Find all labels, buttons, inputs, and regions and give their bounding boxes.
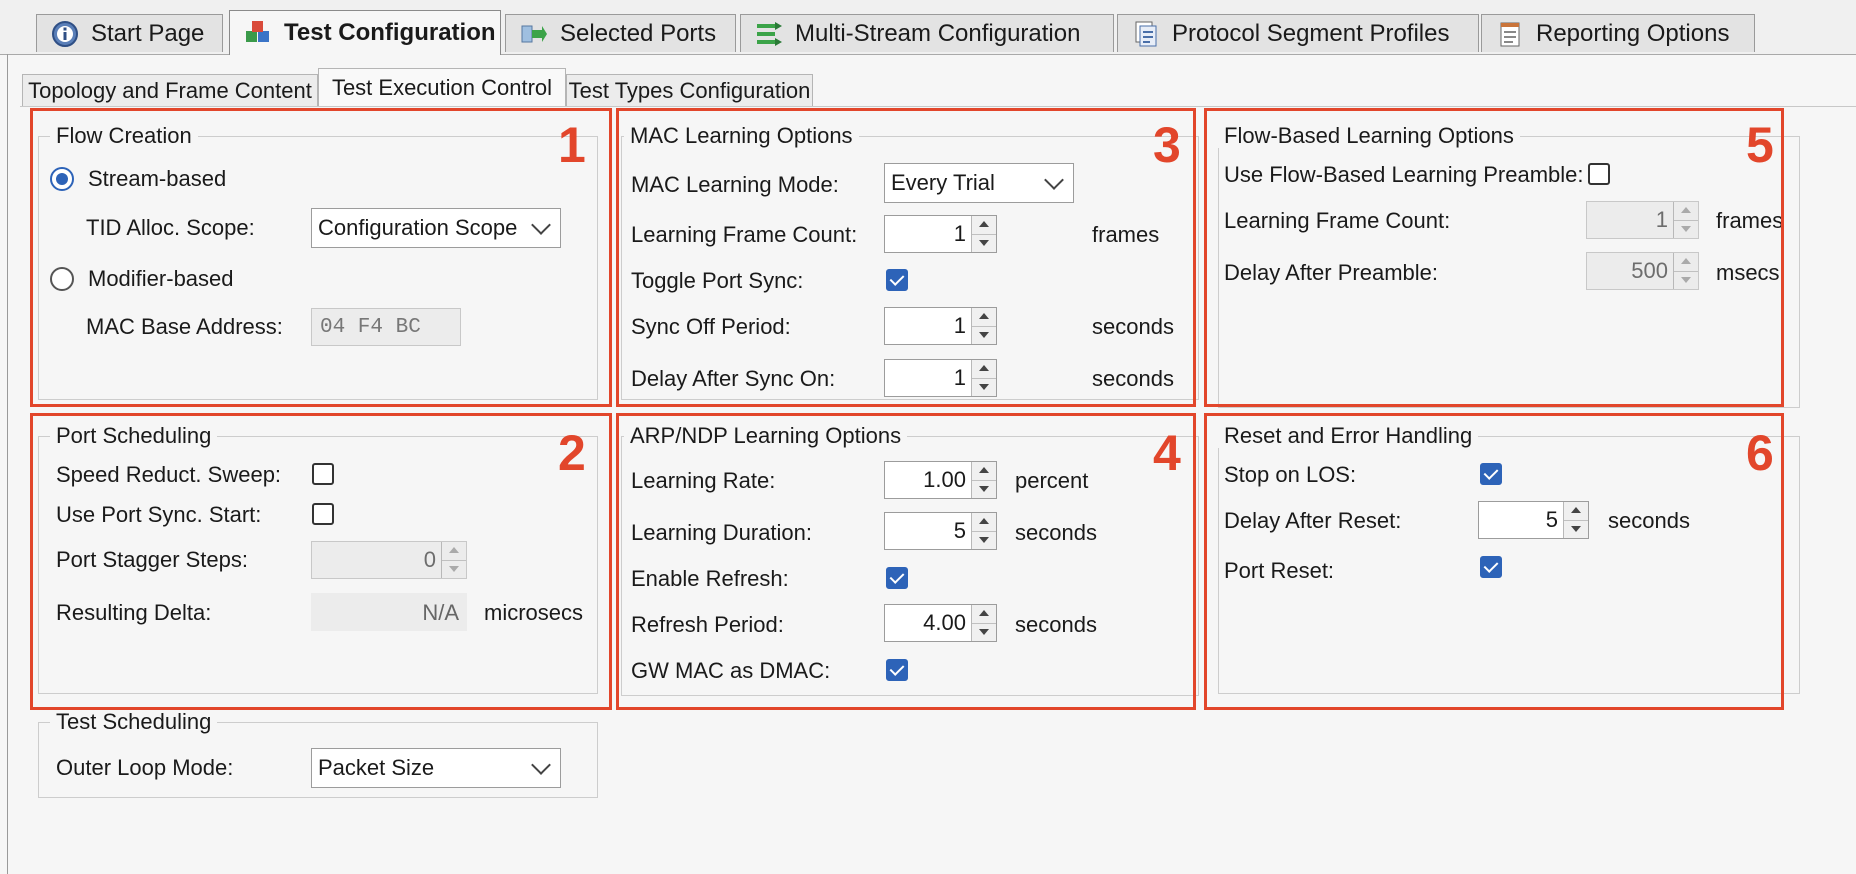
annotation-box-6 xyxy=(1204,413,1784,710)
tab-label: Multi-Stream Configuration xyxy=(795,19,1081,47)
tab-start-page[interactable]: Start Page xyxy=(36,14,223,52)
annotation-number-2: 2 xyxy=(558,425,586,481)
multistream-icon xyxy=(755,20,783,48)
annotation-box-4 xyxy=(616,413,1196,710)
annotation-number-5: 5 xyxy=(1746,117,1774,173)
outer-loop-dropdown[interactable]: Packet Size xyxy=(311,748,561,788)
tab-label: Reporting Options xyxy=(1536,19,1730,47)
top-tab-bar: Start Page Test Configuration Selected P… xyxy=(0,0,1856,55)
tab-multi-stream-configuration[interactable]: Multi-Stream Configuration xyxy=(740,14,1114,52)
notepad-icon xyxy=(1496,20,1524,48)
tab-label: Selected Ports xyxy=(560,19,717,47)
tab-selected-ports[interactable]: Selected Ports xyxy=(505,14,736,52)
tab-test-configuration[interactable]: Test Configuration xyxy=(229,10,501,55)
tab-reporting-options[interactable]: Reporting Options xyxy=(1481,14,1755,52)
outer-loop-value: Packet Size xyxy=(318,755,435,780)
tab-label: Topology and Frame Content xyxy=(28,77,312,103)
ports-arrow-icon xyxy=(520,20,548,48)
annotation-box-3 xyxy=(616,108,1196,407)
annotation-number-4: 4 xyxy=(1153,425,1181,481)
annotation-number-1: 1 xyxy=(558,117,586,173)
annotation-number-3: 3 xyxy=(1153,117,1181,173)
test-scheduling-title: Test Scheduling xyxy=(50,710,218,734)
tab-test-execution-control[interactable]: Test Execution Control xyxy=(318,68,566,107)
annotation-box-5 xyxy=(1204,108,1784,407)
tab-test-types-configuration[interactable]: Test Types Configuration xyxy=(566,74,813,106)
info-icon xyxy=(51,20,79,48)
panel-border xyxy=(7,54,8,874)
outer-loop-label: Outer Loop Mode: xyxy=(56,755,234,780)
tab-topology-frame-content[interactable]: Topology and Frame Content xyxy=(22,74,318,106)
annotation-box-2 xyxy=(30,413,612,710)
sub-tab-divider xyxy=(20,106,1856,107)
tab-label: Test Types Configuration xyxy=(568,77,811,103)
tab-label: Test Execution Control xyxy=(331,75,553,100)
tab-label: Test Configuration xyxy=(284,19,496,46)
tab-label: Start Page xyxy=(91,19,205,47)
tab-protocol-segment-profiles[interactable]: Protocol Segment Profiles xyxy=(1117,14,1479,52)
cubes-icon xyxy=(244,19,272,47)
tab-label: Protocol Segment Profiles xyxy=(1172,19,1450,47)
annotation-number-6: 6 xyxy=(1746,425,1774,481)
annotation-box-1 xyxy=(30,108,612,407)
document-icon xyxy=(1132,20,1160,48)
chevron-down-icon xyxy=(531,755,551,775)
